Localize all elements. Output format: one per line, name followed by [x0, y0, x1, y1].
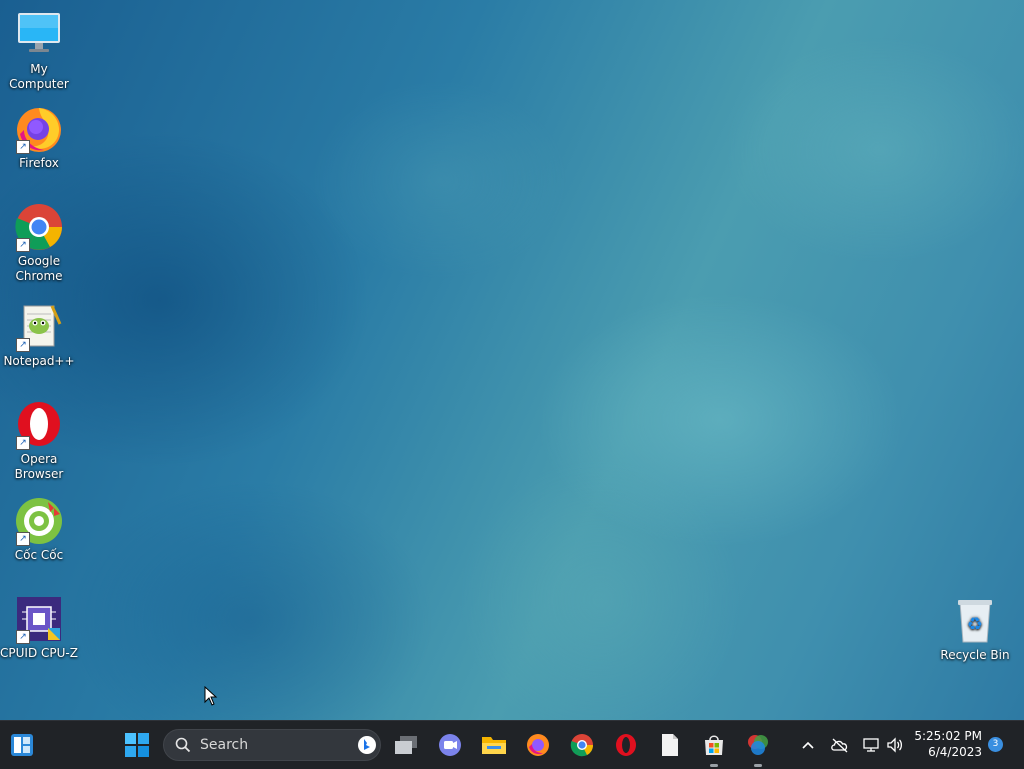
monitor-icon [14, 10, 64, 60]
notepad-plus-plus-icon: ↗ [14, 302, 64, 352]
desktop-icon-opera[interactable]: ↗ Opera Browser [0, 400, 78, 482]
taskbar-color-app-button[interactable] [742, 729, 774, 767]
teams-chat-icon [439, 734, 461, 756]
folder-icon [482, 737, 506, 754]
start-button[interactable] [121, 729, 153, 761]
shortcut-arrow-icon: ↗ [16, 238, 30, 252]
notification-count-badge[interactable]: 3 [988, 737, 1003, 752]
firefox-icon: ↗ [14, 104, 64, 154]
desktop-icon-coc-coc[interactable]: ↗ Cốc Cốc [0, 496, 78, 563]
chevron-up-icon [802, 741, 814, 749]
widgets-button[interactable] [6, 729, 38, 761]
taskbar-microsoft-store-button[interactable] [698, 729, 730, 767]
shortcut-arrow-icon: ↗ [16, 140, 30, 154]
desktop-icon-my-computer[interactable]: My Computer [0, 10, 78, 92]
desktop-icon-notepad-plus-plus[interactable]: ↗ Notepad++ [0, 302, 78, 369]
windows-logo-icon [125, 733, 149, 757]
taskbar-search-box[interactable]: Search [163, 729, 381, 761]
color-wheel-icon [748, 735, 768, 755]
shortcut-arrow-icon: ↗ [16, 630, 30, 644]
desktop-icon-firefox[interactable]: ↗ Firefox [0, 104, 78, 171]
taskbar-firefox-button[interactable] [522, 729, 554, 761]
shortcut-arrow-icon: ↗ [16, 532, 30, 546]
search-placeholder: Search [200, 737, 249, 753]
show-hidden-icons-button[interactable] [794, 729, 822, 761]
desktop-icon-label: Firefox [19, 156, 59, 170]
desktop-icon-label: Opera Browser [14, 452, 64, 481]
network-icon [863, 738, 879, 752]
mouse-cursor-icon [204, 685, 218, 710]
microsoft-store-icon [705, 735, 723, 755]
desktop-icon-label: Cốc Cốc [14, 548, 64, 562]
taskbar-opera-button[interactable] [610, 729, 642, 761]
clock-date: 6/4/2023 [928, 745, 982, 759]
taskbar-notepad-button[interactable] [654, 729, 686, 761]
shortcut-arrow-icon: ↗ [16, 436, 30, 450]
svg-text:♻: ♻ [967, 614, 983, 635]
chrome-icon: ↗ [14, 202, 64, 252]
clock-time: 5:25:02 PM [914, 729, 982, 743]
widgets-icon [11, 734, 33, 756]
coc-coc-icon: ↗ [14, 496, 64, 546]
desktop-icon-chrome[interactable]: ↗ Google Chrome [0, 202, 78, 284]
volume-button[interactable] [882, 729, 908, 761]
desktop-icon-label: My Computer [9, 62, 69, 91]
onedrive-status-button[interactable] [826, 729, 854, 761]
recycle-bin-icon: ♻ [950, 596, 1000, 646]
speaker-icon [887, 737, 903, 753]
task-view-button[interactable] [390, 729, 422, 761]
taskbar-chrome-button[interactable] [566, 729, 598, 761]
opera-icon: ↗ [14, 400, 64, 450]
file-explorer-button[interactable] [478, 729, 510, 761]
search-icon [175, 737, 191, 753]
document-icon [662, 734, 678, 756]
opera-icon [616, 734, 636, 756]
desktop-icon-recycle-bin[interactable]: ♻ Recycle Bin [936, 596, 1014, 663]
task-view-icon [395, 736, 417, 754]
desktop-icon-label: Notepad++ [3, 354, 75, 368]
desktop-icon-label: Recycle Bin [940, 648, 1010, 662]
bing-icon [358, 736, 376, 754]
clock-button[interactable]: 5:25:02 PM 6/4/2023 [912, 729, 982, 761]
firefox-icon [527, 734, 549, 756]
chrome-icon [570, 734, 594, 757]
teams-chat-button[interactable] [434, 729, 466, 761]
onedrive-offline-icon [831, 738, 848, 753]
shortcut-arrow-icon: ↗ [16, 338, 30, 352]
desktop-icon-cpu-z[interactable]: ↗ CPUID CPU-Z [0, 594, 78, 661]
network-button[interactable] [858, 729, 884, 761]
desktop-icon-label: Google Chrome [15, 254, 63, 283]
desktop-icon-label: CPUID CPU-Z [0, 646, 78, 660]
cpu-z-icon: ↗ [14, 594, 64, 644]
taskbar: Search 5:25:02 PM 6/4/2023 [0, 720, 1024, 769]
